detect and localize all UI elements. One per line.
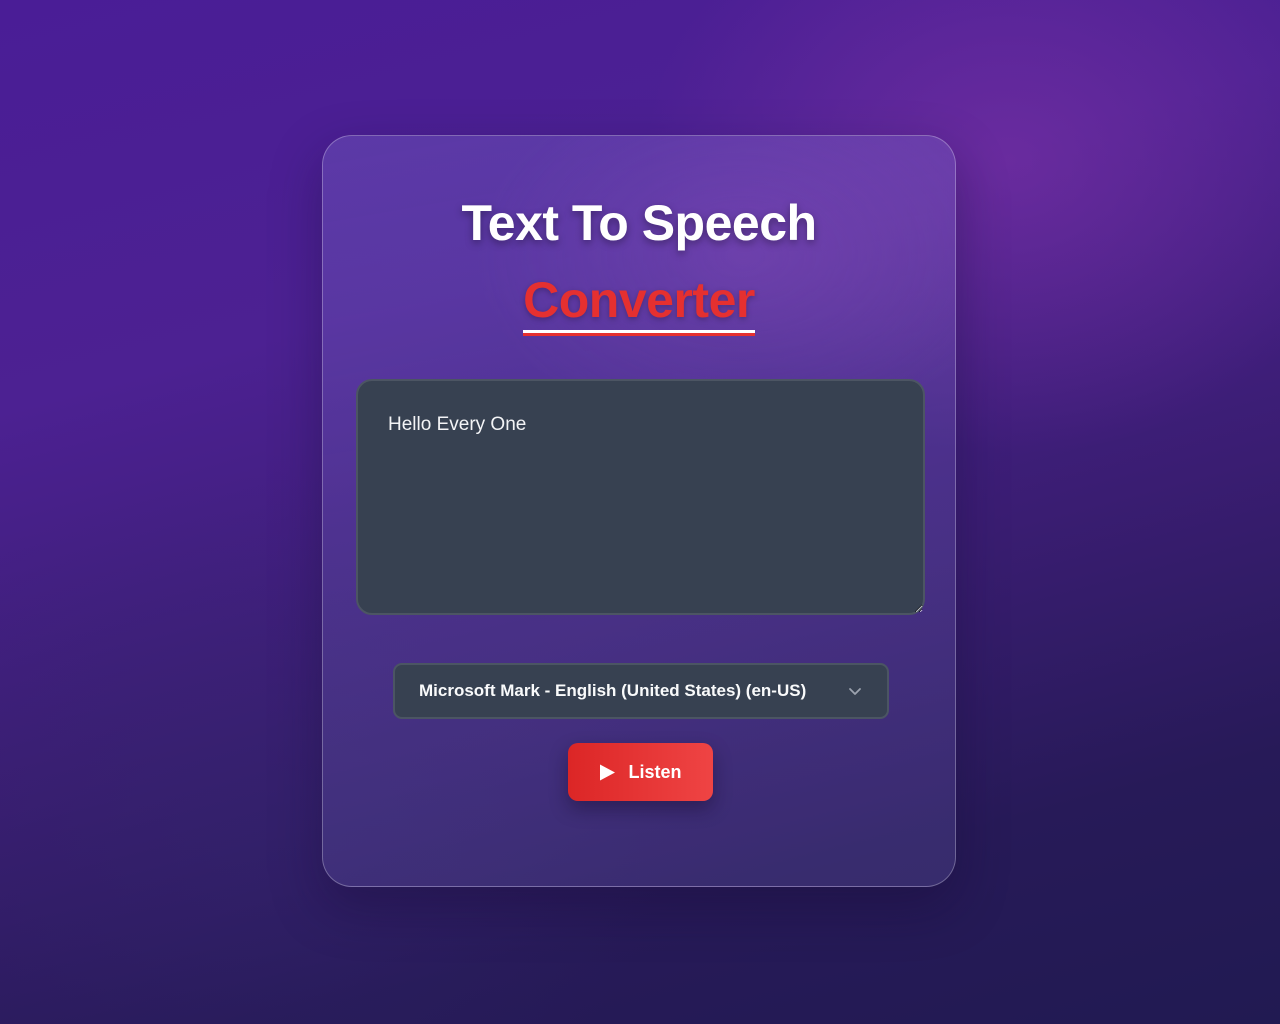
play-icon [599,764,616,781]
subtitle-container: Converter [323,272,955,333]
text-input[interactable]: Hello Every One [356,379,925,615]
converter-card: Text To Speech Converter Hello Every One… [322,135,956,887]
page-title: Text To Speech [461,195,817,251]
voice-select-value: Microsoft Mark - English (United States)… [419,681,807,700]
page-subtitle: Converter [523,272,755,333]
chevron-down-icon [847,683,863,699]
voice-select[interactable]: Microsoft Mark - English (United States)… [393,663,889,719]
listen-button[interactable]: Listen [568,743,713,801]
listen-button-label: Listen [628,761,682,782]
